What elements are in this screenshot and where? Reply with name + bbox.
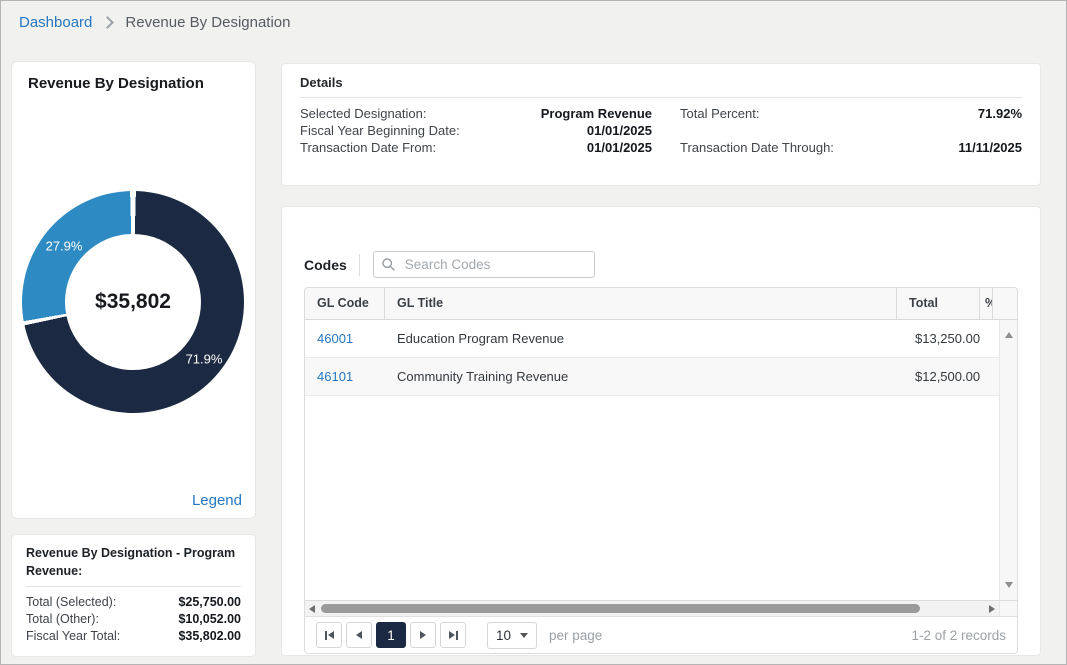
vertical-scrollbar[interactable] [999, 320, 1017, 600]
horizontal-scrollbar[interactable] [305, 600, 1017, 616]
records-count: 1-2 of 2 records [911, 628, 1006, 643]
pager: 1 10 per page 1-2 of 2 records [305, 616, 1017, 653]
gl-code-link[interactable]: 46101 [317, 369, 353, 384]
summary-row: Fiscal Year Total: $35,802.00 [26, 628, 241, 645]
page-1-button[interactable]: 1 [376, 622, 406, 648]
donut-center-total: $35,802 [95, 290, 171, 314]
gl-code-cell: 46101 [305, 369, 385, 384]
details-title: Details [300, 75, 1022, 98]
detail-value: Program Revenue [541, 105, 652, 122]
search-icon [382, 258, 395, 271]
detail-value: 01/01/2025 [587, 122, 652, 139]
detail-label: Total Percent: [680, 105, 760, 122]
scroll-up-icon[interactable] [1005, 332, 1013, 338]
summary-row-value: $35,802.00 [178, 628, 241, 645]
detail-row [680, 122, 1022, 139]
last-page-icon [449, 631, 458, 640]
summary-row-value: $25,750.00 [178, 594, 241, 611]
gl-title-cell: Education Program Revenue [385, 331, 903, 346]
details-right-column: Total Percent: 71.92% Transaction Date T… [680, 105, 1022, 156]
table-rows: 46001 Education Program Revenue $13,250.… [305, 320, 999, 600]
detail-label: Transaction Date Through: [680, 139, 834, 156]
detail-label: Transaction Date From: [300, 139, 436, 156]
codes-search-input[interactable] [403, 256, 586, 273]
detail-row: Selected Designation: Program Revenue [300, 105, 652, 122]
revenue-chart-card: Revenue By Designation 27.9% 71.9% $35,8… [11, 61, 256, 519]
table-body: 46001 Education Program Revenue $13,250.… [305, 320, 1017, 600]
next-page-button[interactable] [410, 622, 436, 648]
summary-row-label: Total (Selected): [26, 594, 116, 611]
page-size-select[interactable]: 10 [487, 622, 537, 649]
previous-page-button[interactable] [346, 622, 372, 648]
gl-code-link[interactable]: 46001 [317, 331, 353, 346]
detail-row: Total Percent: 71.92% [680, 105, 1022, 122]
horizontal-scroll-thumb[interactable] [321, 604, 920, 613]
scrollbar-corner [999, 601, 1017, 616]
detail-row: Transaction Date From: 01/01/2025 [300, 139, 652, 156]
table-row[interactable]: 46001 Education Program Revenue $13,250.… [305, 320, 999, 358]
summary-row-label: Fiscal Year Total: [26, 628, 120, 645]
breadcrumb-current-page: Revenue By Designation [125, 14, 290, 31]
next-page-icon [420, 631, 426, 639]
column-header-gl-code[interactable]: GL Code [305, 288, 385, 319]
summary-rows: Total (Selected): $25,750.00 Total (Othe… [26, 594, 241, 645]
scroll-left-icon[interactable] [305, 605, 319, 613]
codes-search-box[interactable] [373, 251, 595, 278]
details-left-column: Selected Designation: Program Revenue Fi… [300, 105, 652, 156]
details-grid: Selected Designation: Program Revenue Fi… [300, 105, 1022, 156]
details-card: Details Selected Designation: Program Re… [281, 63, 1041, 186]
detail-label: Fiscal Year Beginning Date: [300, 122, 460, 139]
column-header-percent[interactable]: % [980, 288, 993, 319]
detail-row: Transaction Date Through: 11/11/2025 [680, 139, 1022, 156]
summary-title: Revenue By Designation - Program Revenue… [26, 545, 241, 587]
summary-row-label: Total (Other): [26, 611, 99, 628]
detail-row: Fiscal Year Beginning Date: 01/01/2025 [300, 122, 652, 139]
page: Dashboard Revenue By Designation Revenue… [0, 0, 1067, 665]
summary-row: Total (Other): $10,052.00 [26, 611, 241, 628]
page-size-value: 10 [496, 628, 511, 643]
summary-card: Revenue By Designation - Program Revenue… [11, 534, 256, 657]
breadcrumb-dashboard-link[interactable]: Dashboard [19, 14, 92, 31]
codes-card: Codes GL Code GL Title Total % [281, 206, 1041, 656]
first-page-button[interactable] [316, 622, 342, 648]
summary-row-value: $10,052.00 [178, 611, 241, 628]
detail-value: 01/01/2025 [587, 139, 652, 156]
breadcrumb: Dashboard Revenue By Designation [19, 14, 291, 31]
donut-label-selected: 71.9% [186, 352, 223, 367]
detail-value: 11/11/2025 [958, 139, 1022, 156]
table-header-row: GL Code GL Title Total % [305, 288, 1017, 320]
last-page-button[interactable] [440, 622, 466, 648]
codes-header: Codes [304, 251, 1018, 278]
total-cell: $12,500.00 [903, 369, 986, 384]
scroll-right-icon[interactable] [985, 605, 999, 613]
column-header-gl-title[interactable]: GL Title [385, 288, 897, 319]
column-header-total[interactable]: Total [897, 288, 980, 319]
legend-link[interactable]: Legend [192, 492, 242, 509]
horizontal-scroll-track[interactable] [319, 601, 985, 616]
donut-chart[interactable]: 27.9% 71.9% $35,802 [22, 191, 244, 413]
donut-hole: $35,802 [65, 234, 201, 370]
gl-code-cell: 46001 [305, 331, 385, 346]
codes-title: Codes [304, 257, 347, 273]
scroll-down-icon[interactable] [1005, 582, 1013, 588]
summary-row: Total (Selected): $25,750.00 [26, 594, 241, 611]
chevron-down-icon [520, 633, 528, 638]
detail-value: 71.92% [978, 105, 1022, 122]
previous-page-icon [356, 631, 362, 639]
first-page-icon [325, 631, 334, 640]
chart-title: Revenue By Designation [28, 75, 204, 92]
codes-grid: GL Code GL Title Total % 46001 Education… [304, 287, 1018, 654]
vertical-divider [359, 254, 360, 276]
total-cell: $13,250.00 [903, 331, 986, 346]
per-page-label: per page [549, 628, 602, 643]
chevron-right-icon [102, 16, 115, 29]
gl-title-cell: Community Training Revenue [385, 369, 903, 384]
donut-label-other: 27.9% [46, 239, 83, 254]
table-row[interactable]: 46101 Community Training Revenue $12,500… [305, 358, 999, 396]
header-scrollbar-spacer [993, 288, 1017, 319]
detail-label: Selected Designation: [300, 105, 426, 122]
